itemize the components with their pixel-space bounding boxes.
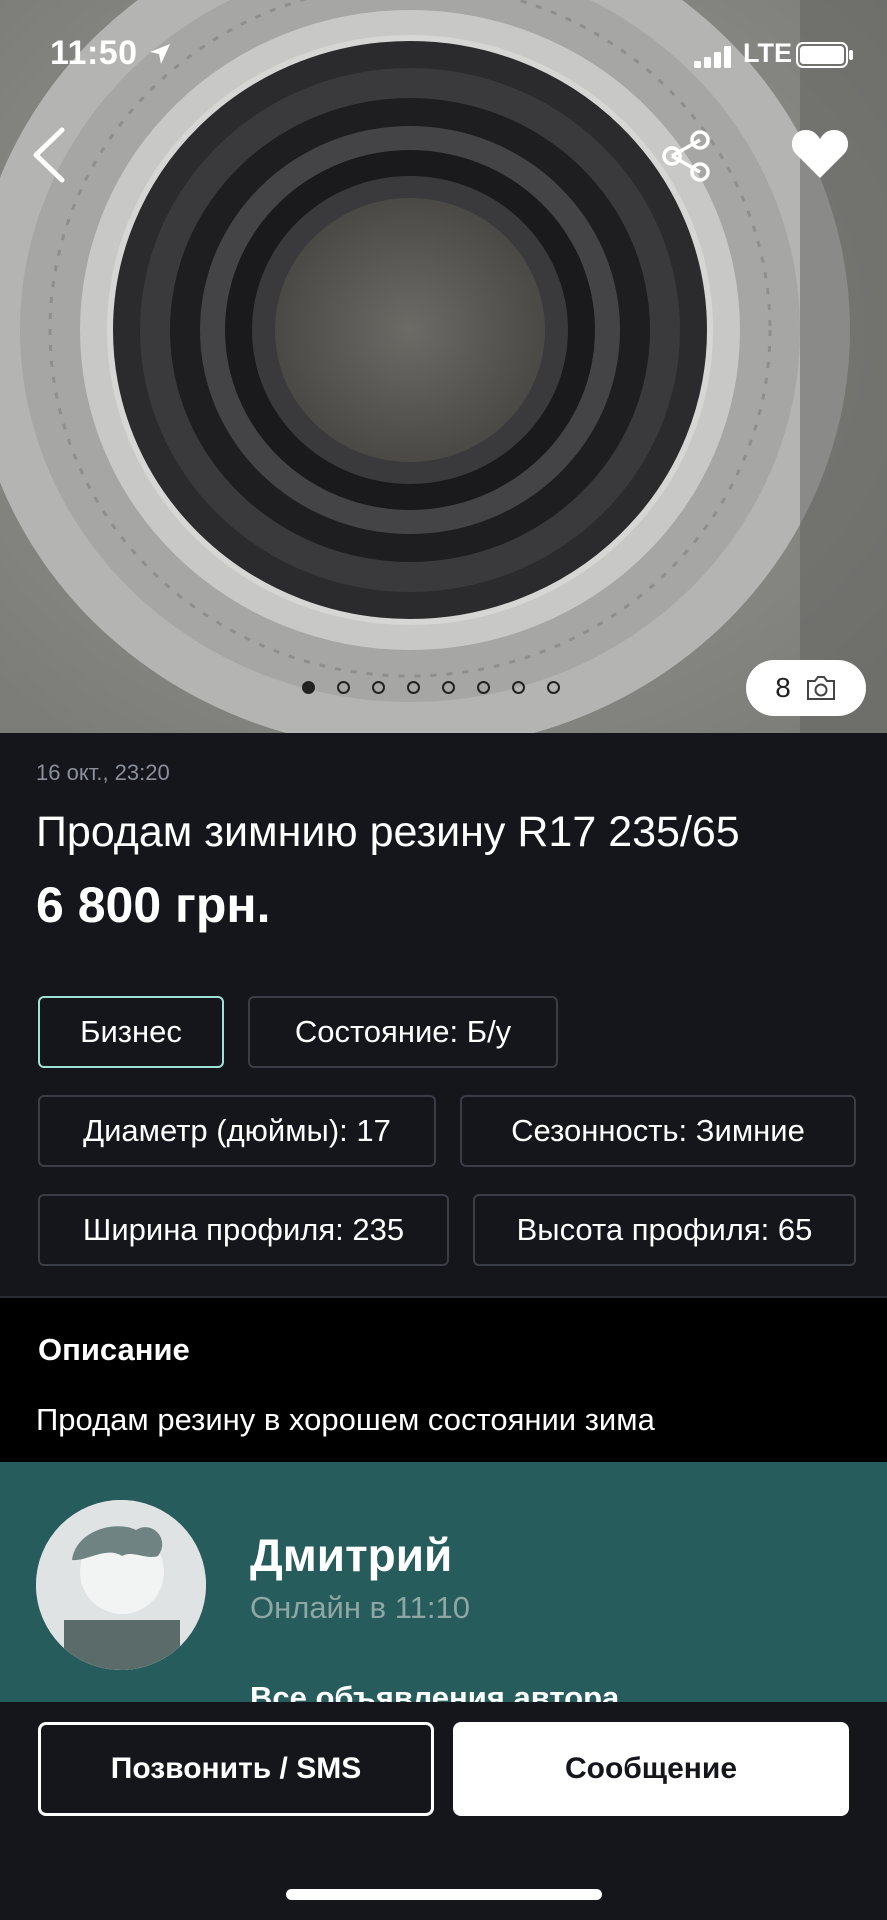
pager-dot[interactable] <box>372 681 385 694</box>
tag-business[interactable]: Бизнес <box>38 996 224 1068</box>
share-button[interactable] <box>658 128 714 184</box>
signal-icon <box>694 46 731 68</box>
pager-dot[interactable] <box>477 681 490 694</box>
listing-photo[interactable] <box>0 0 887 733</box>
call-sms-button[interactable]: Позвонить / SMS <box>38 1722 434 1816</box>
pager-dot[interactable] <box>337 681 350 694</box>
camera-icon <box>806 676 835 700</box>
avatar[interactable] <box>36 1500 206 1670</box>
pager-dot[interactable] <box>547 681 560 694</box>
seller-name[interactable]: Дмитрий <box>250 1528 452 1582</box>
seller-online-status: Онлайн в 11:10 <box>250 1590 470 1625</box>
share-icon <box>662 130 710 182</box>
gallery-pager[interactable] <box>302 681 560 697</box>
tag-width[interactable]: Ширина профиля: 235 <box>38 1194 449 1266</box>
favorite-button[interactable] <box>790 124 850 182</box>
home-indicator[interactable] <box>286 1889 602 1900</box>
message-button[interactable]: Сообщение <box>453 1722 849 1816</box>
tag-diameter[interactable]: Диаметр (дюймы): 17 <box>38 1095 436 1167</box>
pager-dot[interactable] <box>512 681 525 694</box>
back-arrow-icon <box>33 127 65 183</box>
heart-icon <box>791 130 849 178</box>
listing-date: 16 окт., 23:20 <box>36 760 170 785</box>
description-text: Продам резину в хорошем состоянии зима <box>36 1402 655 1437</box>
description-heading: Описание <box>38 1332 190 1367</box>
pager-dot[interactable] <box>407 681 420 694</box>
tag-condition[interactable]: Состояние: Б/у <box>248 996 558 1068</box>
listing-title: Продам зимнию резину R17 235/65 <box>36 808 740 856</box>
location-arrow-icon <box>150 44 170 64</box>
pager-dot[interactable] <box>442 681 455 694</box>
pager-dot[interactable] <box>302 681 315 694</box>
photo-count: 8 <box>775 672 791 703</box>
tire-image <box>0 0 887 733</box>
tag-season[interactable]: Сезонность: Зимние <box>460 1095 856 1167</box>
network-label: LTE <box>743 38 792 68</box>
battery-icon <box>796 42 853 68</box>
status-time: 11:50 <box>50 34 138 72</box>
tag-height[interactable]: Высота профиля: 65 <box>473 1194 856 1266</box>
photo-count-badge[interactable]: 8 <box>746 660 866 716</box>
back-button[interactable] <box>24 120 84 190</box>
avatar-placeholder-icon <box>36 1500 206 1670</box>
listing-price: 6 800 грн. <box>36 877 271 933</box>
